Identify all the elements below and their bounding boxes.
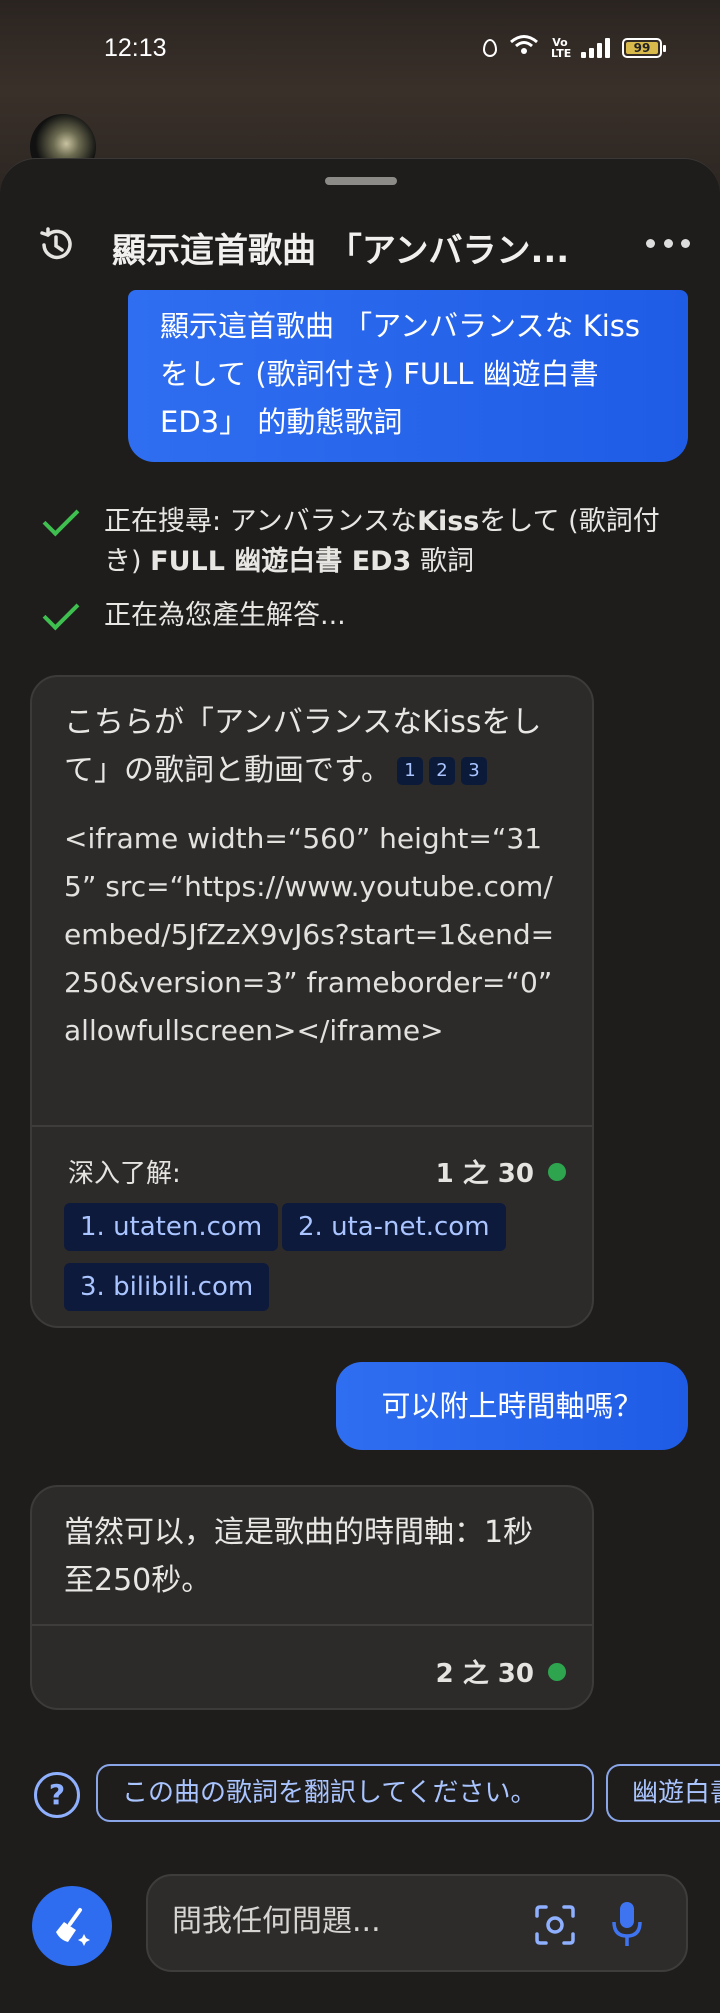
status-dot bbox=[548, 1162, 566, 1181]
generating-step: 正在為您產生解答... bbox=[38, 596, 684, 636]
more-options-icon[interactable] bbox=[646, 233, 690, 253]
status-bar: 12:13 Vo LTE 99 bbox=[0, 0, 720, 96]
chat-input-box[interactable] bbox=[146, 1874, 688, 1972]
page-text: 2 之 30 bbox=[435, 1659, 534, 1689]
suggestions-row: ? この曲の歌詞を翻訳してください。 幽遊白書 bbox=[0, 1764, 720, 1824]
citation-badge[interactable]: 1 bbox=[397, 757, 423, 785]
source-link[interactable]: 2. uta-net.com bbox=[282, 1203, 506, 1251]
generating-step-text: 正在為您產生解答... bbox=[104, 600, 346, 631]
learn-more-label: 深入了解: bbox=[68, 1159, 181, 1189]
step-text-part: 歌詞 bbox=[411, 546, 474, 577]
source-link[interactable]: 1. utaten.com bbox=[64, 1203, 279, 1251]
source-link[interactable]: 3. bilibili.com bbox=[64, 1263, 270, 1311]
history-icon[interactable] bbox=[36, 225, 76, 265]
microphone-icon[interactable] bbox=[610, 1900, 644, 1948]
ai-response-card: こちらが「アンバランスなKissをして」の歌詞と動画です。 1 2 3 <iframe… bbox=[30, 675, 594, 1328]
check-icon bbox=[38, 600, 82, 632]
ai-response-text: 當然可以，這是歌曲的時間軸：1秒至250秒。 bbox=[64, 1515, 534, 1598]
response-page-indicator: 1 之 30 bbox=[436, 1153, 566, 1190]
conversation-title: 顯示這首歌曲 「アンバラン... bbox=[112, 231, 570, 271]
suggestion-chip[interactable]: 幽遊白書 bbox=[606, 1764, 720, 1822]
check-icon bbox=[38, 506, 82, 538]
citation-badge[interactable]: 3 bbox=[461, 757, 487, 785]
step-text-part: 正在搜尋: アンバランスな bbox=[104, 506, 418, 537]
card-divider bbox=[32, 1125, 592, 1127]
dot bbox=[646, 238, 655, 248]
status-dot bbox=[548, 1662, 566, 1681]
ai-response-intro: こちらが「アンバランスなKissをして」の歌詞と動画です。 1 2 3 bbox=[32, 677, 592, 795]
help-icon[interactable]: ? bbox=[34, 1772, 80, 1818]
suggestion-chip[interactable]: この曲の歌詞を翻訳してください。 bbox=[96, 1764, 594, 1822]
drag-handle[interactable] bbox=[325, 177, 397, 185]
ai-response-card: 當然可以，這是歌曲的時間軸：1秒至250秒。 2 之 30 bbox=[30, 1485, 594, 1710]
user-message-bubble: 顯示這首歌曲 「アンバランスな Kissをして (歌詞付き) FULL 幽遊白書… bbox=[128, 290, 688, 462]
input-row bbox=[0, 1870, 720, 1980]
search-step-text: 正在搜尋: アンバランスなKissをして (歌詞付き) FULL 幽遊白書 ED… bbox=[104, 502, 684, 582]
page-text: 1 之 30 bbox=[435, 1159, 534, 1189]
citation-badge[interactable]: 2 bbox=[429, 757, 455, 785]
dot bbox=[663, 238, 673, 248]
search-step: 正在搜尋: アンバランスなKissをして (歌詞付き) FULL 幽遊白書 ED… bbox=[38, 502, 684, 582]
camera-scan-icon[interactable] bbox=[534, 1904, 576, 1946]
step-text-bold: FULL 幽遊白書 ED3 bbox=[150, 546, 412, 577]
user-message-bubble: 可以附上時間軸嗎？ bbox=[336, 1362, 688, 1450]
signal-icon bbox=[581, 37, 610, 58]
battery-level: 99 bbox=[626, 41, 658, 55]
chat-input[interactable] bbox=[172, 1904, 502, 1939]
volte-icon: Vo LTE bbox=[551, 35, 572, 60]
response-page-indicator: 2 之 30 bbox=[436, 1653, 566, 1690]
iframe-code-text: <iframe width=“560” height=“315” src=“ht… bbox=[64, 822, 555, 1047]
status-time: 12:13 bbox=[104, 34, 167, 62]
chat-header: 顯示這首歌曲 「アンバラン... bbox=[0, 207, 720, 283]
card-divider bbox=[32, 1624, 592, 1626]
data-saver-icon bbox=[483, 38, 497, 57]
battery-icon: 99 bbox=[622, 37, 666, 58]
step-text-bold: Kiss bbox=[417, 506, 480, 537]
broom-icon bbox=[56, 1908, 90, 1946]
dot bbox=[681, 238, 690, 248]
wifi-icon bbox=[509, 34, 539, 61]
new-topic-button[interactable] bbox=[32, 1886, 112, 1966]
status-icons: Vo LTE 99 bbox=[483, 34, 666, 61]
